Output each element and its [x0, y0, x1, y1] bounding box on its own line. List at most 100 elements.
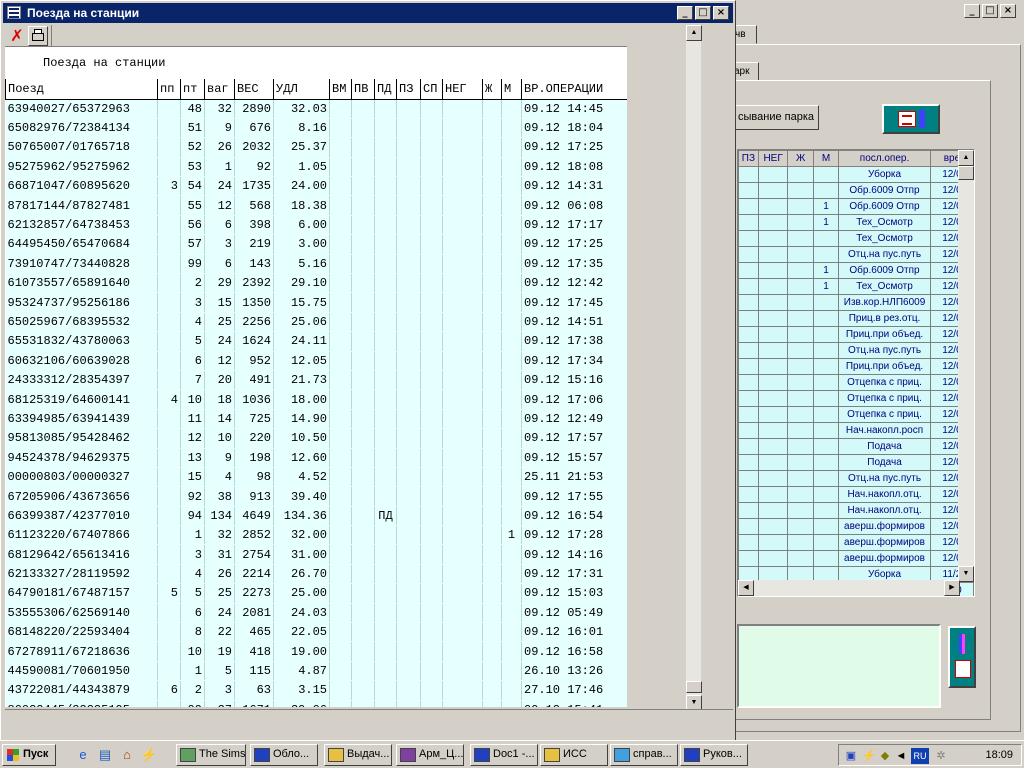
column-header[interactable]: Ж: [482, 79, 502, 100]
table-row[interactable]: Отц.на пус.путь 12/0: [738, 470, 974, 487]
home-icon[interactable]: ⌂: [118, 746, 136, 764]
column-header[interactable]: посл.опер.: [838, 150, 931, 167]
taskbar-button[interactable]: справ...: [610, 744, 678, 766]
close-button[interactable]: ×: [713, 6, 729, 20]
scroll-up-button[interactable]: ▲: [686, 25, 702, 41]
table-row[interactable]: 53555306/62569140 6 24 2081 24.03 09.12 05:49: [5, 603, 627, 624]
table-row[interactable]: аверш.формиров 12/0: [738, 534, 974, 551]
table-row[interactable]: 95324737/95256186 3 15 1350 15.75 09.12 17:45: [5, 292, 627, 313]
table-row[interactable]: Уборка 12/0: [738, 166, 974, 183]
column-header[interactable]: М: [812, 150, 840, 167]
table-row[interactable]: 64495450/65470684 57 3 219 3.00 09.12 17:25: [5, 234, 627, 255]
column-header[interactable]: НЕГ: [442, 79, 483, 100]
table-row[interactable]: Нач.накопл.отц.12/0: [738, 486, 974, 503]
table-row[interactable]: 43722081/44343879 6 2 3 63 3.15 27.10 17:46: [5, 680, 627, 701]
column-header[interactable]: пп: [157, 79, 181, 100]
table-row[interactable]: Обр.6009 Отпр 12/0: [738, 182, 974, 199]
column-header[interactable]: ПВ: [351, 79, 375, 100]
language-indicator[interactable]: RU: [911, 748, 929, 764]
taskbar-button[interactable]: Руков...: [680, 744, 748, 766]
table-row[interactable]: Нач.накопл.росп 12/0: [738, 422, 974, 439]
table-row[interactable]: 73910747/73440828 99 6 143 5.16 09.12 17:35: [5, 254, 627, 275]
ie-icon[interactable]: e: [74, 746, 92, 764]
table-row[interactable]: Подача 12/0: [738, 454, 974, 471]
close-report-icon[interactable]: ✗: [7, 26, 27, 46]
table-row[interactable]: 68125319/64600141 4 10 18 1036 18.00 09.12 17:…: [5, 389, 627, 410]
notepad-icon[interactable]: ▤: [96, 746, 114, 764]
taskbar-button[interactable]: Выдач...: [324, 744, 392, 766]
taskbar-button[interactable]: Doc1 -...: [470, 744, 538, 766]
table-row[interactable]: 1 Обр.6009 Отпр 12/0: [738, 198, 974, 215]
column-header[interactable]: НЕГ: [757, 150, 789, 167]
table-row[interactable]: 65082976/72384134 51 9 676 8.16 09.12 18:04: [5, 118, 627, 139]
column-header[interactable]: Ж: [787, 150, 814, 167]
table-row[interactable]: 64790181/67487157 5 5 25 2273 25.00 09.12 15:0…: [5, 583, 627, 604]
taskbar-button[interactable]: Обло...: [250, 744, 318, 766]
table-row[interactable]: 62133327/28119592 4 26 2214 26.70 09.12 17:31: [5, 564, 627, 585]
table-row[interactable]: 94524378/94629375 13 9 198 12.60 09.12 15:57: [5, 448, 627, 468]
network-icon[interactable]: ▣: [843, 748, 859, 764]
column-header[interactable]: УДЛ: [273, 79, 330, 100]
table-row[interactable]: Отц.на пус.путь 12/0: [738, 342, 974, 359]
table-row[interactable]: 67205906/43673656 92 38 913 39.40 09.12 17:55: [5, 486, 627, 507]
scroll-up-button[interactable]: ▲: [958, 150, 974, 166]
start-button[interactable]: Пуск: [2, 744, 56, 766]
background-grid-vscroll[interactable]: ▲ ▼: [958, 150, 974, 582]
table-row[interactable]: Приц.в рез.отц. 12/0: [738, 310, 974, 327]
close-button[interactable]: ×: [1000, 4, 1016, 18]
column-header[interactable]: ВЕС: [234, 79, 274, 100]
table-row[interactable]: 68148220/22593404 8 22 465 22.05 09.12 16:01: [5, 622, 627, 643]
table-row[interactable]: Приц.при объед. 12/0: [738, 358, 974, 375]
scroll-thumb[interactable]: [686, 681, 702, 693]
park-button[interactable]: сывание парка: [735, 105, 819, 130]
table-row[interactable]: 50765007/01765718 52 26 2032 25.37 09.12 17:2…: [5, 137, 627, 158]
table-row[interactable]: 63394985/63941439 11 14 725 14.90 09.12 12:49: [5, 409, 627, 430]
minimize-button[interactable]: _: [677, 6, 693, 20]
table-row[interactable]: 65531832/43780063 5 24 1624 24.11 09.12 17:38: [5, 331, 627, 352]
table-row[interactable]: 68129642/65613416 3 31 2754 31.00 09.12 14:16: [5, 544, 627, 565]
column-header[interactable]: ПЗ: [396, 79, 421, 100]
column-header[interactable]: ВМ: [329, 79, 352, 100]
table-row[interactable]: 61073557/65891640 2 29 2392 29.10 09.12 12:42: [5, 273, 627, 294]
table-row[interactable]: Приц.при объед. 12/0: [738, 326, 974, 343]
background-memo[interactable]: [737, 624, 941, 708]
table-row[interactable]: Отцепка с приц. 12/0: [738, 390, 974, 407]
column-header[interactable]: Поезд: [5, 79, 158, 100]
table-row[interactable]: Изв.кор.НЛП6009 12/0: [738, 294, 974, 311]
table-row[interactable]: Тех_Осмотр 12/0: [738, 230, 974, 247]
table-row[interactable]: Отцепка с приц. 12/0: [738, 374, 974, 391]
table-row[interactable]: 63940027/65372963 48 32 2890 32.03 09.12 14:4…: [5, 99, 627, 119]
table-row[interactable]: 65025967/68395532 4 25 2256 25.06 09.12 14:51: [5, 312, 627, 333]
column-header[interactable]: ПД: [374, 79, 397, 100]
table-row[interactable]: 62132857/64738453 56 6 398 6.00 09.12 17:17: [5, 215, 627, 236]
background-grid-hscroll[interactable]: ◀ ▶: [738, 580, 960, 596]
scroll-left-button[interactable]: ◀: [738, 580, 754, 596]
report-icon-button[interactable]: [882, 104, 940, 134]
table-row[interactable]: 87817144/87827481 55 12 568 18.38 09.12 06:08: [5, 195, 627, 216]
table-row[interactable]: 24333312/28354397 7 20 491 21.73 09.12 15:16: [5, 370, 627, 391]
settings-icon[interactable]: ✲: [933, 748, 949, 764]
power-icon[interactable]: ⚡: [861, 748, 877, 764]
table-row[interactable]: Нач.накопл.отц.12/0: [738, 502, 974, 519]
taskbar-button[interactable]: The Sims ...: [176, 744, 246, 766]
winamp-icon[interactable]: ⚡: [140, 746, 158, 764]
report-vscroll[interactable]: ▲ ▼: [685, 25, 702, 711]
column-header[interactable]: ПЗ: [738, 150, 759, 167]
table-row[interactable]: 1 Тех_Осмотр 12/0: [738, 278, 974, 295]
table-row[interactable]: 66871047/60895620 3 54 24 1735 24.00 09.12 14:…: [5, 176, 627, 197]
table-row[interactable]: 60632106/60639028 6 12 952 12.05 09.12 17:34: [5, 351, 627, 371]
table-row[interactable]: Отцепка с приц. 12/0: [738, 406, 974, 423]
table-row[interactable]: 00000803/00000327 15 4 98 4.52 25.11 21:53: [5, 467, 627, 488]
print-icon-button[interactable]: [948, 626, 976, 688]
column-header[interactable]: СП: [420, 79, 443, 100]
table-row[interactable]: 61123220/67407866 1 32 2852 32.00 1 09.12 17:2…: [5, 525, 627, 546]
taskbar-button[interactable]: ИСС: [540, 744, 608, 766]
column-header[interactable]: ваг: [204, 79, 235, 100]
table-row[interactable]: 44590081/70601950 1 5 115 4.87 26.10 13:26: [5, 661, 627, 682]
table-row[interactable]: Отц.на пус.путь 12/0: [738, 246, 974, 263]
table-row[interactable]: 67278911/67218636 10 19 418 19.00 09.12 16:58: [5, 641, 627, 662]
column-header[interactable]: пт: [180, 79, 205, 100]
column-header[interactable]: ВР.ОПЕРАЦИИ: [521, 79, 627, 100]
print-icon[interactable]: [28, 26, 48, 46]
minimize-button[interactable]: _: [964, 4, 980, 18]
